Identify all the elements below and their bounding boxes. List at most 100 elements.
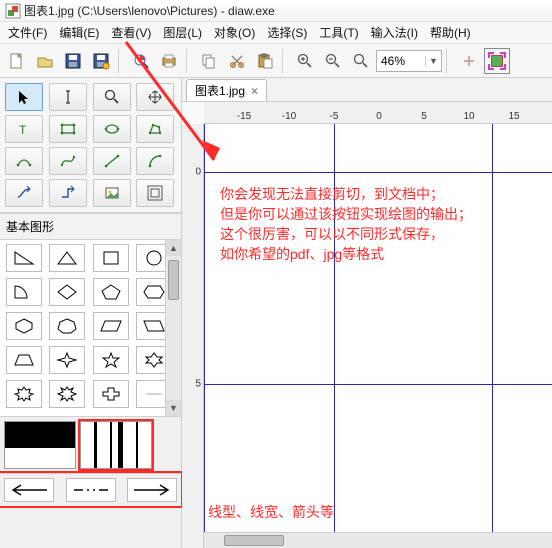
shape-star8[interactable] xyxy=(49,380,85,408)
right-pane: 图表1.jpg × -15 -10 -5 0 5 10 15 20 0 5 xyxy=(182,78,552,548)
hscroll-thumb[interactable] xyxy=(224,535,284,546)
image-tool[interactable] xyxy=(93,179,131,207)
menu-object[interactable]: 对象(O) xyxy=(208,22,261,43)
shape-star5[interactable] xyxy=(93,346,129,374)
pan-tool[interactable] xyxy=(136,83,174,111)
guide-v xyxy=(492,124,493,532)
shape-heptagon[interactable] xyxy=(49,312,85,340)
chevron-down-icon[interactable]: ▼ xyxy=(425,56,441,66)
shape-triangle[interactable] xyxy=(49,244,85,272)
line-style-row xyxy=(0,473,181,506)
menu-bar: 文件(F) 编辑(E) 查看(V) 图层(L) 对象(O) 选择(S) 工具(T… xyxy=(0,22,552,44)
shape-trapezoid[interactable] xyxy=(6,346,42,374)
menu-layer[interactable]: 图层(L) xyxy=(157,22,208,43)
shapes-scrollbar[interactable]: ▲ ▼ xyxy=(165,240,181,416)
export-button[interactable] xyxy=(128,48,154,74)
annotation-bottom: 线型、线宽、箭头等 xyxy=(208,502,334,522)
save-button[interactable] xyxy=(60,48,86,74)
tool-palette: T xyxy=(0,78,181,213)
scroll-thumb[interactable] xyxy=(168,260,179,300)
zoom-input[interactable] xyxy=(377,54,425,68)
fg-bg-swatch[interactable] xyxy=(4,421,76,469)
svg-text:T: T xyxy=(19,123,27,137)
canvas-hscrollbar[interactable] xyxy=(204,532,552,548)
ruler-v-tick: 0 xyxy=(195,167,201,178)
text-tool[interactable]: T xyxy=(5,115,43,143)
toolbar-sep-4 xyxy=(446,49,452,73)
ellipse-tool[interactable] xyxy=(93,115,131,143)
shapes-panel-header[interactable]: 基本图形 xyxy=(0,213,181,240)
cut-button[interactable] xyxy=(224,48,250,74)
menu-tools[interactable]: 工具(T) xyxy=(313,22,364,43)
left-pane: T 基本图形 xyxy=(0,78,182,548)
toolbar-sep-2 xyxy=(186,49,192,73)
hatch-pattern-swatch[interactable] xyxy=(80,421,152,469)
zoomout-button[interactable] xyxy=(320,48,346,74)
title-bar: 图表1.jpg (C:\Users\lenovo\Pictures) - dia… xyxy=(0,0,552,22)
rect-tool[interactable] xyxy=(49,115,87,143)
zoomin-button[interactable] xyxy=(292,48,318,74)
shape-hexagon[interactable] xyxy=(6,312,42,340)
menu-select[interactable]: 选择(S) xyxy=(261,22,313,43)
main-toolbar: ▼ xyxy=(0,44,552,78)
shapes-grid xyxy=(0,240,181,416)
menu-view[interactable]: 查看(V) xyxy=(105,22,157,43)
open-button[interactable] xyxy=(32,48,58,74)
ruler-horizontal: -15 -10 -5 0 5 10 15 20 xyxy=(204,102,552,124)
connector2-tool[interactable] xyxy=(49,179,87,207)
line-start-arrow[interactable] xyxy=(4,478,54,502)
toolbar-sep-1 xyxy=(118,49,124,73)
text-cursor-tool[interactable] xyxy=(49,83,87,111)
menu-ime[interactable]: 输入法(I) xyxy=(365,22,424,43)
shape-cross[interactable] xyxy=(93,380,129,408)
scroll-down-icon[interactable]: ▼ xyxy=(166,400,181,416)
zoom-combo[interactable]: ▼ xyxy=(376,50,442,72)
ruler-h-tick: -15 xyxy=(237,111,251,122)
shape-quarter[interactable] xyxy=(6,278,42,306)
drawing-canvas[interactable]: 你会发现无法直接剪切，到文档中； 但是你可以通过该按钮实现绘图的输出； 这个很厉… xyxy=(204,124,552,532)
app-icon xyxy=(6,4,20,18)
new-button[interactable] xyxy=(4,48,30,74)
close-icon[interactable]: × xyxy=(251,84,258,98)
zoom-tool[interactable] xyxy=(93,83,131,111)
scroll-up-icon[interactable]: ▲ xyxy=(166,240,181,256)
line-tool[interactable] xyxy=(93,147,131,175)
shape-star4[interactable] xyxy=(49,346,85,374)
line-dash-style[interactable] xyxy=(66,478,116,502)
guide-h xyxy=(204,172,552,173)
shape-parallelogram[interactable] xyxy=(93,312,129,340)
bezier-tool[interactable] xyxy=(5,147,43,175)
workarea: T 基本图形 xyxy=(0,78,552,548)
arc-tool[interactable] xyxy=(136,147,174,175)
print-button[interactable] xyxy=(156,48,182,74)
menu-file[interactable]: 文件(F) xyxy=(2,22,53,43)
ruler-vertical: 0 5 xyxy=(182,124,204,548)
shape-pentagon[interactable] xyxy=(93,278,129,306)
shape-square[interactable] xyxy=(93,244,129,272)
line-end-arrow[interactable] xyxy=(127,478,177,502)
menu-help[interactable]: 帮助(H) xyxy=(424,22,477,43)
connector1-tool[interactable] xyxy=(5,179,43,207)
zoomfit-button[interactable] xyxy=(348,48,374,74)
tab-label: 图表1.jpg xyxy=(195,82,245,99)
paste-button[interactable] xyxy=(252,48,278,74)
canvas-wrap: -15 -10 -5 0 5 10 15 20 0 5 你 xyxy=(182,102,552,548)
spline-tool[interactable] xyxy=(49,147,87,175)
add-button[interactable] xyxy=(456,48,482,74)
colorpicker-button[interactable] xyxy=(484,48,510,74)
outline-tool[interactable] xyxy=(136,179,174,207)
ruler-h-tick: 15 xyxy=(508,111,519,122)
saveas-button[interactable] xyxy=(88,48,114,74)
shape-right-triangle[interactable] xyxy=(6,244,42,272)
shape-star7[interactable] xyxy=(6,380,42,408)
select-tool[interactable] xyxy=(5,83,43,111)
annotation-main: 你会发现无法直接剪切，到文档中； 但是你可以通过该按钮实现绘图的输出； 这个很厉… xyxy=(220,184,472,264)
shape-diamond[interactable] xyxy=(49,278,85,306)
pattern-row xyxy=(0,416,181,473)
ruler-h-tick: -10 xyxy=(282,111,296,122)
copy-button[interactable] xyxy=(196,48,222,74)
menu-edit[interactable]: 编辑(E) xyxy=(53,22,105,43)
polygon-tool[interactable] xyxy=(136,115,174,143)
tab-document-1[interactable]: 图表1.jpg × xyxy=(186,79,267,101)
guide-h xyxy=(204,384,552,385)
